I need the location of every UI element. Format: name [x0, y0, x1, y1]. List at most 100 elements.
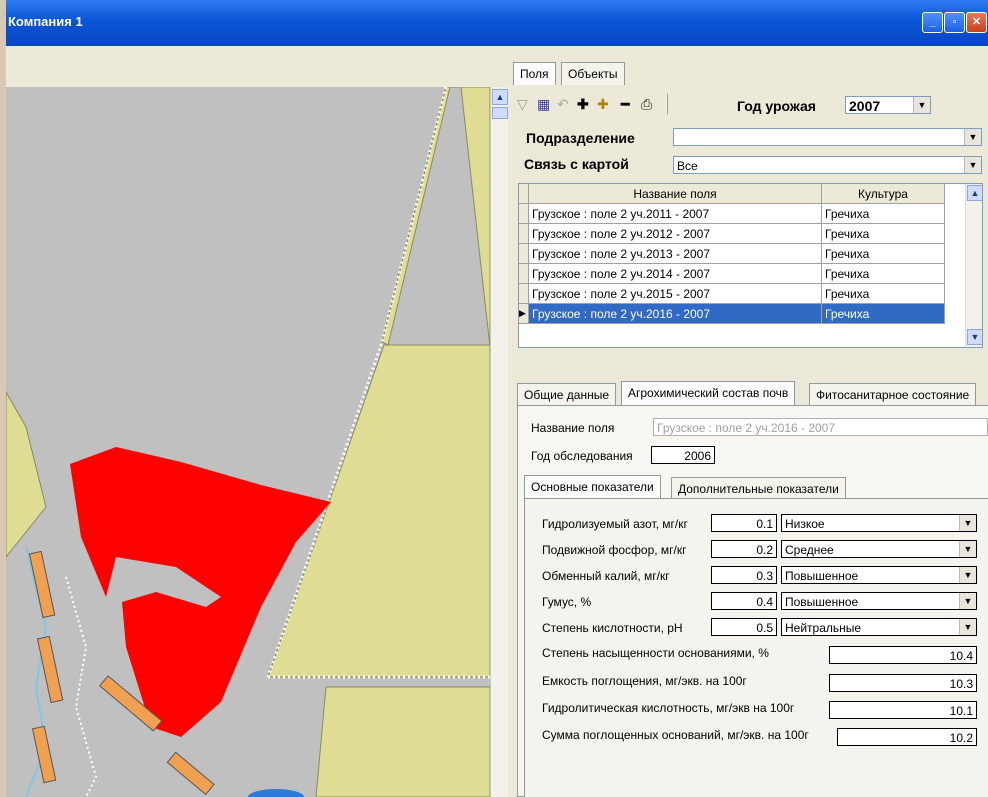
- field-name-input[interactable]: Грузское : поле 2 уч.2016 - 2007: [653, 418, 988, 436]
- close-button[interactable]: ✕: [966, 12, 987, 33]
- extra-label: Емкость поглощения, мг/экв. на 100г: [542, 674, 747, 688]
- map-link-label: Связь с картой: [524, 156, 629, 172]
- table-cell: Грузское : поле 2 уч.2015 - 2007: [528, 283, 822, 304]
- table-row[interactable]: Грузское : поле 2 уч.2014 - 2007 Гречиха: [519, 263, 945, 284]
- toolbar-separator: [667, 94, 668, 114]
- map-link-value: Все: [677, 159, 698, 173]
- tab-phytosanitary[interactable]: Фитосанитарное состояние: [809, 383, 977, 406]
- table-cell: Грузское : поле 2 уч.2011 - 2007: [528, 203, 822, 224]
- column-header-crop[interactable]: Культура: [821, 184, 945, 204]
- table-row[interactable]: Грузское : поле 2 уч.2013 - 2007 Гречиха: [519, 243, 945, 264]
- print-icon[interactable]: ⎙: [641, 96, 652, 113]
- extra-value[interactable]: 10.4: [829, 646, 977, 664]
- title-bar: Компания 1 _ ▫ ✕: [6, 0, 988, 46]
- window-title: Компания 1: [8, 14, 83, 29]
- indicator-level: Повышенное: [785, 595, 859, 609]
- scroll-up-button[interactable]: ▲: [492, 89, 508, 105]
- indicator-label: Гидролизуемый азот, мг/кг: [542, 517, 688, 531]
- table-row[interactable]: Грузское : поле 2 уч.2011 - 2007 Гречиха: [519, 203, 945, 224]
- table-cell: Грузское : поле 2 уч.2016 - 2007: [528, 303, 822, 324]
- map-scrollbar[interactable]: ▲: [490, 87, 508, 797]
- chevron-down-icon: ▼: [959, 593, 976, 609]
- tab-extra-indicators[interactable]: Дополнительные показатели: [671, 477, 846, 500]
- table-header-row: Название поля Культура: [519, 184, 945, 204]
- extra-label: Степень насыщенности основаниями, %: [542, 646, 769, 660]
- indicator-level-select[interactable]: Среднее ▼: [781, 540, 977, 558]
- maximize-button[interactable]: ▫: [944, 12, 965, 33]
- map-canvas: [6, 87, 490, 797]
- year-label: Год урожая: [737, 98, 816, 114]
- menu-bar: [6, 46, 988, 60]
- indicator-value[interactable]: 0.3: [711, 566, 777, 584]
- fields-panel: Поля Объекты ▽ ▦ ↶ ✚ ✚ ━ ⎙ Год урожая 20…: [511, 60, 988, 797]
- table-cell: Гречиха: [821, 303, 945, 324]
- add-icon[interactable]: ✚: [577, 96, 589, 113]
- filter-icon[interactable]: ▽: [517, 96, 528, 113]
- chevron-down-icon: ▼: [959, 567, 976, 583]
- tab-general[interactable]: Общие данные: [517, 383, 617, 406]
- add-table-icon[interactable]: ✚: [597, 96, 609, 113]
- tab-main-indicators[interactable]: Основные показатели: [524, 475, 661, 498]
- chevron-down-icon: ▼: [959, 619, 976, 635]
- indicator-level: Среднее: [785, 543, 834, 557]
- chevron-down-icon: ▼: [959, 541, 976, 557]
- remove-icon[interactable]: ━: [621, 96, 629, 113]
- indicator-value[interactable]: 0.4: [711, 592, 777, 610]
- indicator-label: Подвижной фосфор, мг/кг: [542, 543, 687, 557]
- tab-objects[interactable]: Объекты: [561, 62, 625, 85]
- table-cell: Гречиха: [821, 263, 945, 284]
- indicator-level-select[interactable]: Повышенное ▼: [781, 566, 977, 584]
- table-cell: Гречиха: [821, 243, 945, 264]
- indicator-value[interactable]: 0.1: [711, 514, 777, 532]
- indicator-label: Степень кислотности, pH: [542, 621, 683, 635]
- indicator-level-select[interactable]: Повышенное ▼: [781, 592, 977, 610]
- map-link-select[interactable]: Все ▼: [673, 156, 982, 174]
- chevron-down-icon: ▼: [913, 97, 930, 113]
- scroll-down-button[interactable]: ▼: [967, 329, 982, 345]
- indicator-level-select[interactable]: Низкое ▼: [781, 514, 977, 532]
- table-scrollbar[interactable]: ▲ ▼: [965, 184, 982, 347]
- undo-icon[interactable]: ↶: [557, 96, 569, 113]
- table-row[interactable]: Грузское : поле 2 уч.2012 - 2007 Гречиха: [519, 223, 945, 244]
- fields-table[interactable]: Название поля Культура Грузское : поле 2…: [518, 183, 983, 348]
- survey-year-label: Год обследования: [531, 449, 633, 463]
- app-window: Компания 1 _ ▫ ✕ ▲ Поля Объекты ▽ ▦ ↶ ✚ …: [6, 0, 988, 797]
- indicator-level: Повышенное: [785, 569, 859, 583]
- chevron-down-icon: ▼: [964, 129, 981, 145]
- column-header-name[interactable]: Название поля: [528, 184, 822, 204]
- division-select[interactable]: ▼: [673, 128, 982, 146]
- scroll-thumb[interactable]: [492, 107, 508, 119]
- chevron-down-icon: ▼: [964, 157, 981, 173]
- table-cell: Гречиха: [821, 203, 945, 224]
- tab-fields[interactable]: Поля: [513, 62, 556, 85]
- table-cell: Гречиха: [821, 223, 945, 244]
- extra-value[interactable]: 10.1: [829, 701, 977, 719]
- extra-label: Сумма поглощенных оснований, мг/экв. на …: [542, 728, 809, 742]
- table-cell: Грузское : поле 2 уч.2014 - 2007: [528, 263, 822, 284]
- table-cell: Грузское : поле 2 уч.2012 - 2007: [528, 223, 822, 244]
- indicator-level: Нейтральные: [785, 621, 862, 635]
- year-select[interactable]: 2007 ▼: [845, 96, 931, 114]
- indicator-level: Низкое: [785, 517, 825, 531]
- row-pointer-icon: ▶: [519, 303, 529, 324]
- table-cell: Грузское : поле 2 уч.2013 - 2007: [528, 243, 822, 264]
- indicator-level-select[interactable]: Нейтральные ▼: [781, 618, 977, 636]
- extra-value[interactable]: 10.2: [837, 728, 977, 746]
- indicator-value[interactable]: 0.5: [711, 618, 777, 636]
- table-row-selected[interactable]: ▶ Грузское : поле 2 уч.2016 - 2007 Гречиха: [519, 303, 945, 324]
- chevron-down-icon: ▼: [959, 515, 976, 531]
- table-row[interactable]: Грузское : поле 2 уч.2015 - 2007 Гречиха: [519, 283, 945, 304]
- extra-value[interactable]: 10.3: [829, 674, 977, 692]
- table-cell: Гречиха: [821, 283, 945, 304]
- tab-agrochemical[interactable]: Агрохимический состав почв: [621, 381, 796, 406]
- edit-icon[interactable]: ▦: [537, 96, 550, 113]
- indicator-value[interactable]: 0.2: [711, 540, 777, 558]
- division-label: Подразделение: [526, 130, 635, 146]
- indicator-label: Гумус, %: [542, 595, 592, 609]
- extra-label: Гидролитическая кислотность, мг/экв на 1…: [542, 701, 795, 715]
- map-view[interactable]: [6, 87, 490, 797]
- minimize-button[interactable]: _: [922, 12, 943, 33]
- year-value: 2007: [849, 98, 881, 114]
- survey-year-input[interactable]: 2006: [651, 446, 715, 464]
- scroll-up-button[interactable]: ▲: [967, 185, 982, 201]
